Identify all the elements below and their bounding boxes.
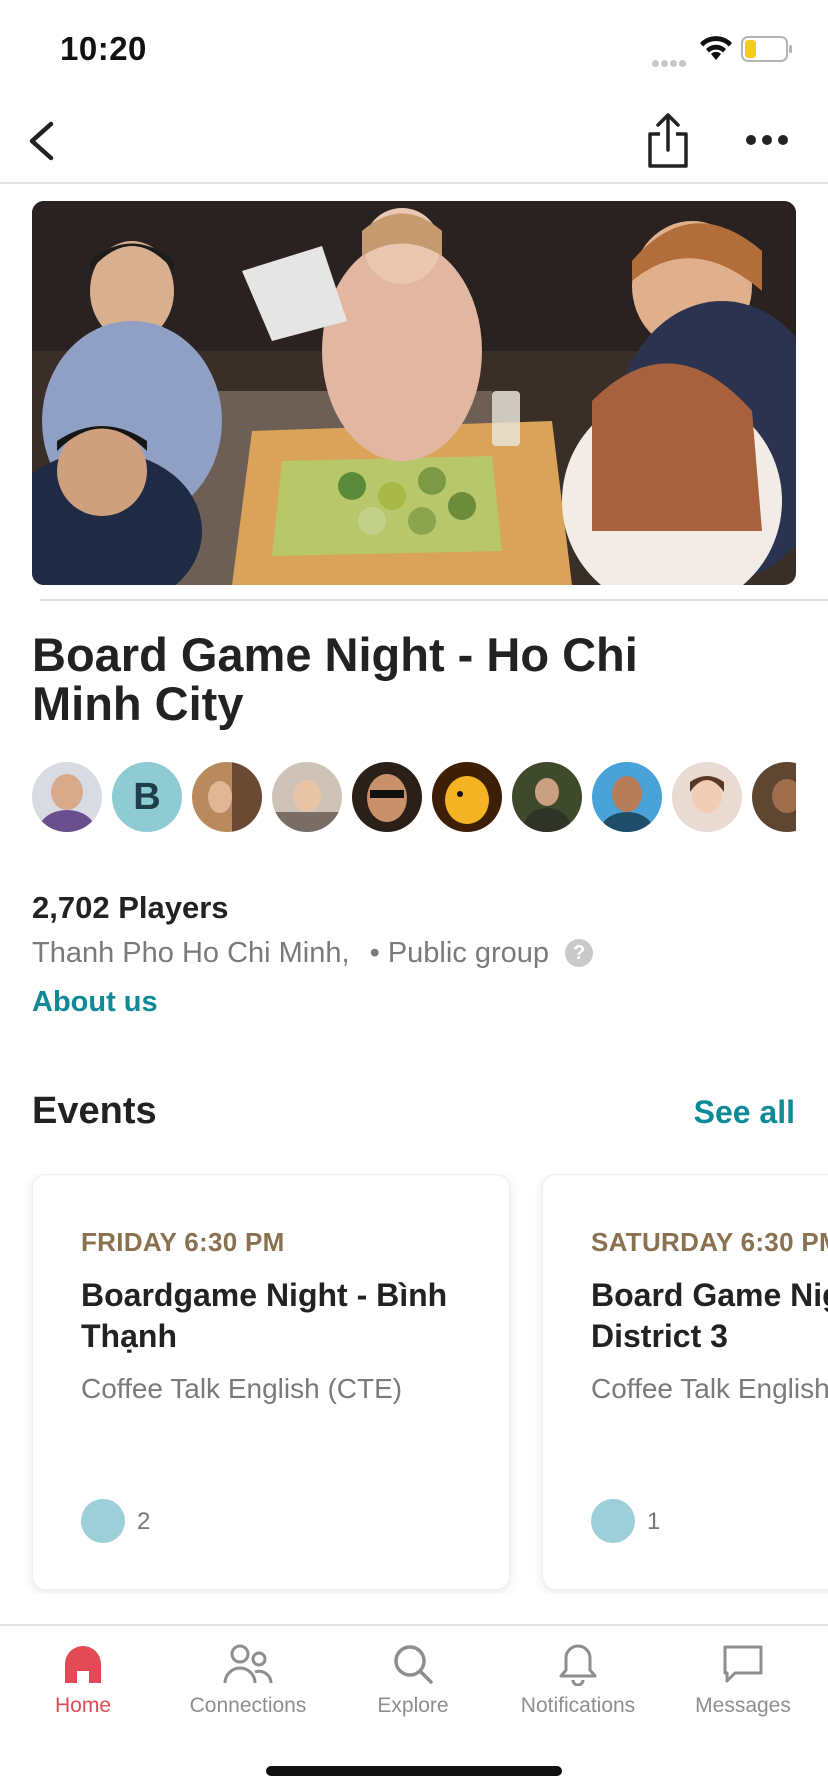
back-button[interactable] [20,116,70,166]
tab-explore-label: Explore [377,1694,449,1717]
attendee-avatar [591,1499,635,1543]
member-avatar[interactable] [272,762,342,832]
tab-messages[interactable]: Messages [668,1642,818,1742]
cellular-signal-icon [652,54,692,67]
share-icon [648,113,688,168]
group-location: Thanh Pho Ho Chi Minh, [32,937,350,969]
member-avatar[interactable] [752,762,796,832]
member-avatar[interactable] [512,762,582,832]
tab-connections-label: Connections [189,1694,307,1717]
share-button[interactable] [642,110,694,170]
search-icon [394,1645,433,1684]
chevron-left-icon [29,121,54,161]
member-avatar[interactable] [592,762,662,832]
member-avatars[interactable]: B [32,762,796,836]
battery-icon [741,36,793,62]
events-heading: Events [32,1090,157,1132]
member-avatar[interactable] [32,762,102,832]
status-time: 10:20 [60,30,147,67]
attendee-count: 1 [647,1508,661,1535]
tab-notifications[interactable]: Notifications [503,1642,653,1742]
about-us-link[interactable]: About us [32,986,158,1019]
event-date: SATURDAY 6:30 PM [591,1227,828,1257]
member-avatar[interactable] [192,762,262,832]
event-title: Boardgame Night - Bình Thạnh [81,1277,448,1354]
group-title: Board Game Night - Ho Chi Minh City [32,628,638,730]
help-icon[interactable]: ? [565,939,594,967]
member-avatar[interactable] [432,762,502,832]
event-card[interactable]: SATURDAY 6:30 PM Board Game Night - Dist… [542,1174,828,1590]
wifi-icon [699,34,733,62]
connections-icon [223,1644,273,1684]
attendee-count: 2 [137,1508,151,1535]
member-avatar[interactable] [352,762,422,832]
events-carousel[interactable]: FRIDAY 6:30 PM Boardgame Night - Bình Th… [0,1174,828,1594]
attendee-avatar [81,1499,125,1543]
group-meta: Thanh Pho Ho Chi Minh, • Public group ? [32,937,594,970]
tab-notifications-label: Notifications [520,1694,636,1717]
event-title: Board Game Night - District 3 [591,1277,828,1354]
tab-explore[interactable]: Explore [338,1642,488,1742]
tab-home[interactable]: Home [8,1642,158,1742]
event-venue: Coffee Talk English (CTE) [591,1373,828,1404]
divider [40,599,828,601]
bell-icon [559,1644,597,1686]
member-avatar[interactable] [672,762,742,832]
message-icon [723,1645,763,1683]
tab-home-label: Home [54,1694,112,1717]
event-venue: Coffee Talk English (CTE) [81,1373,403,1404]
status-bar: 10:20 [0,0,828,100]
more-horizontal-icon [746,135,788,145]
group-visibility: • Public group [369,937,550,969]
home-icon [65,1646,101,1683]
top-nav-bar [0,100,828,184]
event-date: FRIDAY 6:30 PM [81,1227,285,1257]
tab-messages-label: Messages [695,1694,791,1717]
member-initial: B [133,776,161,818]
event-card[interactable]: FRIDAY 6:30 PM Boardgame Night - Bình Th… [32,1174,510,1590]
group-cover-photo [32,201,796,585]
player-count: 2,702 Players [32,890,229,925]
more-options-button[interactable] [742,120,792,160]
tab-connections[interactable]: Connections [173,1642,323,1742]
member-avatar-initial[interactable]: B [112,762,182,832]
see-all-events-link[interactable]: See all [694,1094,795,1131]
home-indicator [266,1766,562,1776]
